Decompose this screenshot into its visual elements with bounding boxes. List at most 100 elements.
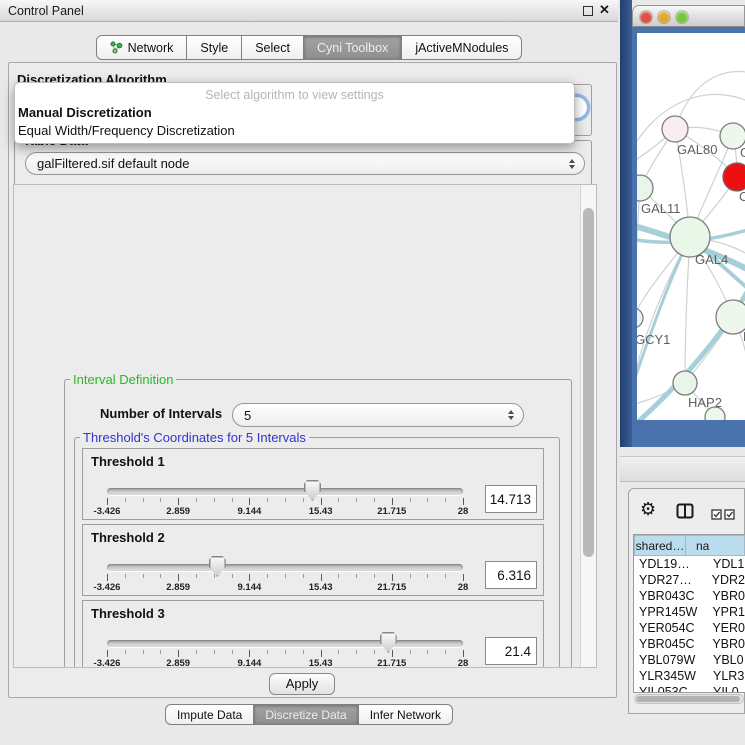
threshold-value-field[interactable]: 21.4 <box>485 637 537 665</box>
tab-select[interactable]: Select <box>241 35 304 60</box>
table-horizontal-scrollbar-thumb[interactable] <box>636 696 740 702</box>
tick-label: -3.426 <box>94 658 121 668</box>
tab-label: Select <box>255 41 290 55</box>
cell-shared-name: YBR045C <box>634 637 709 651</box>
cell-shared-name: YER054C <box>634 621 709 635</box>
node-attribute-table: shared… na YDL19…YDL1YDR27…YDR2YBR043CYB… <box>633 534 745 693</box>
tick-label: 15.43 <box>309 506 333 517</box>
tick-label: -3.426 <box>94 506 121 517</box>
threshold-label: Threshold 1 <box>91 454 165 469</box>
table-data-combobox[interactable]: galFiltered.sif default node <box>25 152 585 175</box>
settings-scroll-viewport: Interval Definition Number of Intervals … <box>13 184 597 668</box>
cell-name: YDL1 <box>710 557 744 571</box>
tab-label: Impute Data <box>177 708 242 722</box>
number-of-intervals-label: Number of Intervals <box>100 406 222 421</box>
cell-name: YLR3 <box>710 669 744 683</box>
gear-icon[interactable]: ⚙ <box>640 500 656 518</box>
tab-cyni-toolbox[interactable]: Cyni Toolbox <box>303 35 402 60</box>
table-row[interactable]: YER054CYER0 <box>634 620 745 636</box>
table-panel-bar: Table Panel <box>620 456 745 482</box>
tick-label: -3.426 <box>94 582 121 593</box>
tab-style[interactable]: Style <box>186 35 242 60</box>
cell-shared-name: YLR345W <box>634 669 710 683</box>
column-header-shared-name[interactable]: shared… <box>634 535 686 556</box>
table-row[interactable]: YIL053CYIL0 <box>634 684 745 693</box>
network-node-gal80-neighbor[interactable] <box>662 116 688 142</box>
cell-name: YIL0 <box>710 685 739 693</box>
tab-infer-network[interactable]: Infer Network <box>358 704 453 725</box>
network-node-gcy1[interactable] <box>637 308 643 328</box>
table-row[interactable]: YDR27…YDR2 <box>634 572 745 588</box>
table-row[interactable]: YBR045CYBR0 <box>634 636 745 652</box>
close-traffic-light-icon[interactable] <box>640 11 652 23</box>
network-node-red-node[interactable] <box>723 163 745 191</box>
network-icon <box>110 41 123 54</box>
number-of-intervals-value: 5 <box>244 408 251 423</box>
cell-name: YBL0 <box>710 653 744 667</box>
node-label: GAL80 <box>677 142 717 157</box>
tab-label: Style <box>200 41 228 55</box>
number-of-intervals-combobox[interactable]: 5 <box>232 403 524 427</box>
column-header-name[interactable]: na <box>685 535 745 556</box>
checkbox-select-icon[interactable] <box>711 507 722 525</box>
close-icon[interactable]: ✕ <box>599 2 610 18</box>
table-data-value: galFiltered.sif default node <box>37 156 189 171</box>
combo-stepper-icon <box>569 159 575 169</box>
tick-label: 21.715 <box>377 658 406 668</box>
thresholds-group-title: Threshold's Coordinates for 5 Intervals <box>80 430 309 445</box>
network-node-hap2[interactable] <box>673 371 697 395</box>
tick-label: 9.144 <box>238 582 262 593</box>
tab-label: Discretize Data <box>265 708 346 722</box>
network-view-canvas[interactable]: GAL80GALCGAL11GAL4GCY1HHAP2 <box>637 33 745 420</box>
float-window-icon[interactable] <box>583 6 593 16</box>
slider-track[interactable] <box>107 488 463 495</box>
tab-jactivemnodules[interactable]: jActiveMNodules <box>401 35 522 60</box>
checkbox-select-icon[interactable] <box>724 507 735 525</box>
cell-name: YBR0 <box>709 589 745 603</box>
algorithm-popup-options: Manual DiscretizationEqual Width/Frequen… <box>15 104 574 140</box>
table-row[interactable]: YDL19…YDL1 <box>634 556 745 572</box>
tab-label: Cyni Toolbox <box>317 41 388 55</box>
tick-label: 15.43 <box>309 658 333 668</box>
network-window-left-edge <box>620 0 632 447</box>
tick-label: 28 <box>458 658 469 668</box>
network-node-gal4[interactable] <box>670 217 710 257</box>
tab-discretize-data[interactable]: Discretize Data <box>253 704 358 725</box>
slider-ticks <box>107 498 463 506</box>
interval-definition-title: Interval Definition <box>70 372 176 387</box>
table-row[interactable]: YBR043CYBR0 <box>634 588 745 604</box>
zoom-traffic-light-icon[interactable] <box>676 11 688 23</box>
threshold-label: Threshold 2 <box>91 530 165 545</box>
cell-shared-name: YDL19… <box>634 557 710 571</box>
slider-track[interactable] <box>107 640 463 647</box>
cell-shared-name: YPR145W <box>634 605 709 619</box>
table-row[interactable]: YLR345WYLR3 <box>634 668 745 684</box>
popup-option[interactable]: Manual Discretization <box>15 104 574 122</box>
bottom-tab-bar: Impute Data Discretize Data Infer Network <box>0 704 618 725</box>
threshold-value-field[interactable]: 14.713 <box>485 485 537 513</box>
cell-shared-name: YBR043C <box>634 589 709 603</box>
top-tab-bar: Network Style Select Cyni Toolbox jActiveMNo… <box>0 35 618 60</box>
tick-label: 21.715 <box>377 582 406 593</box>
tab-network[interactable]: Network <box>96 35 188 60</box>
popup-option[interactable]: Equal Width/Frequency Discretization <box>15 122 574 140</box>
network-node-h-node[interactable] <box>716 300 745 334</box>
vertical-scrollbar-thumb[interactable] <box>583 208 594 557</box>
tick-label: 9.144 <box>238 658 262 668</box>
table-row[interactable]: YBL079WYBL0 <box>634 652 745 668</box>
tick-label: 28 <box>458 582 469 593</box>
threshold-panel-1: Threshold 1-3.4262.8599.14415.4321.71528… <box>82 448 544 520</box>
algorithm-dropdown-popup: Select algorithm to view settings Manual… <box>14 82 575 144</box>
threshold-panel-2: Threshold 2-3.4262.8599.14415.4321.71528… <box>82 524 544 596</box>
threshold-label: Threshold 3 <box>91 606 165 621</box>
node-label: HAP2 <box>688 395 722 410</box>
tab-impute-data[interactable]: Impute Data <box>165 704 254 725</box>
table-row[interactable]: YPR145WYPR1 <box>634 604 745 620</box>
threshold-value-field[interactable]: 6.316 <box>485 561 537 589</box>
apply-button[interactable]: Apply <box>269 673 335 695</box>
slider-track[interactable] <box>107 564 463 571</box>
threshold-panel-3: Threshold 3-3.4262.8599.14415.4321.71528… <box>82 600 544 668</box>
columns-layout-icon[interactable] <box>676 503 694 524</box>
node-label: C <box>739 189 745 204</box>
minimize-traffic-light-icon[interactable] <box>658 11 670 23</box>
